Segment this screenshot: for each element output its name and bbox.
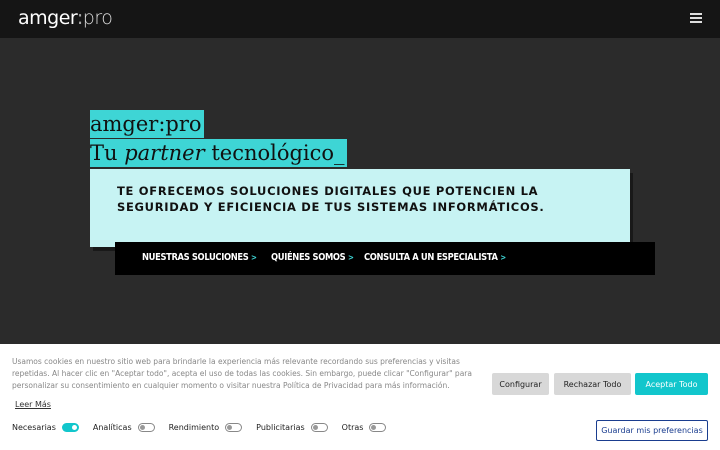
hero-heading-line-1: amger:pro [90,110,204,138]
toggle-switch-analiticas[interactable] [137,423,155,432]
nav-link-soluciones[interactable]: NUESTRAS SOLUCIONES > [142,252,257,263]
hero-nav-links: NUESTRAS SOLUCIONES > QUIÉNES SOMOS > CONS… [142,252,517,263]
toggle-switch-publicitarias[interactable] [310,423,328,432]
hero-line2-suffix: tecnológico_ [204,141,345,165]
toggle-analiticas: Analíticas [93,423,155,432]
top-bar: amger:pro [0,0,720,38]
toggle-switch-necesarias[interactable] [61,423,79,432]
chevron-right-icon: > [251,253,257,262]
toggle-label: Rendimiento [168,423,220,432]
chevron-right-icon: > [500,253,506,262]
toggle-label: Necesarias [12,423,56,432]
toggle-label: Publicitarias [256,423,305,432]
hero-line2-prefix: Tu [90,141,125,165]
toggle-necesarias: Necesarias [12,423,79,432]
logo[interactable]: amger:pro [18,7,113,29]
hero-heading-line-2: Tu partner tecnológico_ [90,139,347,167]
chevron-right-icon: > [348,253,354,262]
configure-button[interactable]: Configurar [492,373,549,395]
nav-link-quienes-somos[interactable]: QUIÉNES SOMOS > [271,252,354,263]
toggle-label: Analíticas [92,423,132,432]
toggle-label: Otras [341,423,364,432]
logo-sub-text: pro [82,7,113,29]
logo-main-text: amger [18,7,77,29]
cookie-text: Usamos cookies en nuestro sitio web para… [12,357,472,390]
toggle-switch-otras[interactable] [369,423,387,432]
tagline-text: TE OFRECEMOS SOLUCIONES DIGITALES QUE PO… [117,184,545,214]
nav-link-consulta[interactable]: CONSULTA A UN ESPECIALISTA > [364,252,506,263]
read-more-link[interactable]: Leer Más [15,400,51,409]
reject-all-button[interactable]: Rechazar Todo [554,373,631,395]
hamburger-menu-icon[interactable] [690,13,702,23]
tagline-box: TE OFRECEMOS SOLUCIONES DIGITALES QUE PO… [90,169,630,247]
toggle-publicitarias: Publicitarias [256,423,328,432]
nav-link-label: CONSULTA A UN ESPECIALISTA [364,252,498,263]
nav-link-label: NUESTRAS SOLUCIONES [142,252,249,263]
toggle-otras: Otras [342,423,387,432]
nav-link-label: QUIÉNES SOMOS [271,252,346,263]
accept-all-button[interactable]: Aceptar Todo [635,373,708,395]
toggle-switch-rendimiento[interactable] [225,423,243,432]
hero-line2-emphasis: partner [124,141,205,165]
toggle-rendimiento: Rendimiento [169,423,243,432]
hero-nav-box: NUESTRAS SOLUCIONES > QUIÉNES SOMOS > CONS… [115,242,655,275]
cookie-toggles: Necesarias Analíticas Rendimiento Public… [12,423,400,432]
save-preferences-button[interactable]: Guardar mis preferencias [596,420,708,441]
